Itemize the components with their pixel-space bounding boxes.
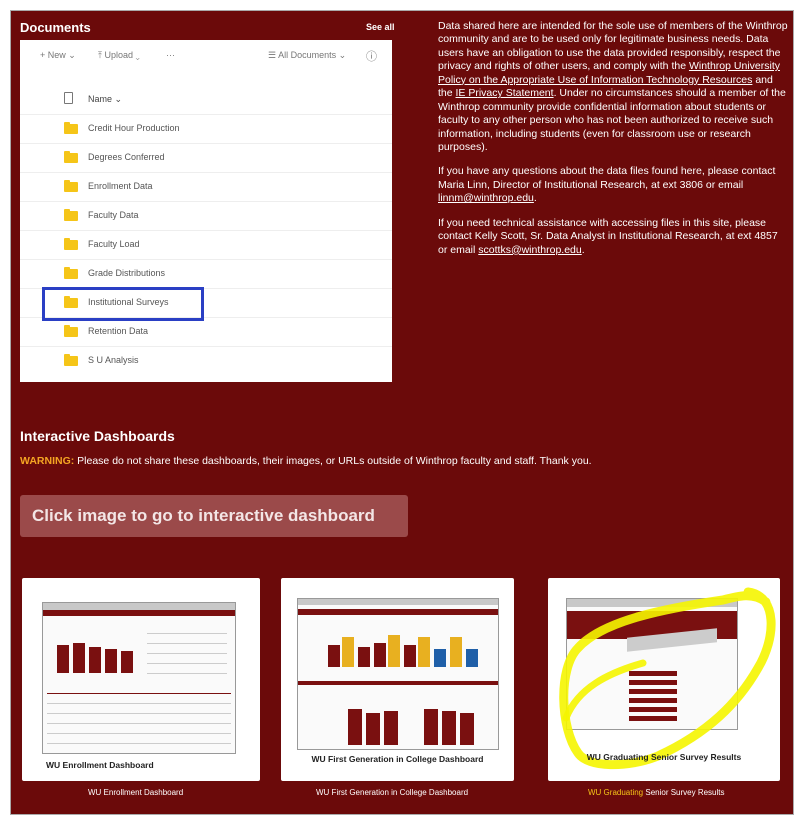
folder-name[interactable]: Faculty Data: [88, 210, 139, 220]
folder-name[interactable]: Credit Hour Production: [88, 123, 180, 133]
folder-row[interactable]: Faculty Load: [20, 230, 392, 259]
folder-name[interactable]: Faculty Load: [88, 239, 140, 249]
upload-button[interactable]: ⤒ Upload ⌄: [98, 50, 140, 61]
folder-row[interactable]: Degrees Conferred: [20, 143, 392, 172]
senior-survey-dashboard-link[interactable]: WU Graduating Senior Survey Results: [588, 788, 725, 797]
senior-survey-dashboard-card[interactable]: WU Graduating Senior Survey Results: [548, 578, 780, 781]
folder-name[interactable]: Grade Distributions: [88, 268, 165, 278]
folder-row[interactable]: Credit Hour Production: [20, 114, 392, 143]
questions-paragraph: If you have any questions about the data…: [438, 165, 788, 205]
folder-icon: [64, 354, 78, 366]
name-column-header[interactable]: Name ⌄: [88, 94, 122, 105]
click-image-banner: Click image to go to interactive dashboa…: [20, 495, 408, 537]
scottks-email-link[interactable]: scottks@winthrop.edu: [478, 244, 581, 256]
documents-toolbar: + New ⌄ ⤒ Upload ⌄ ··· ☰ All Documents ⌄…: [20, 40, 392, 72]
senior-survey-card-caption[interactable]: WU Graduating Senior Survey Results: [548, 752, 780, 762]
senior-survey-link-highlight[interactable]: WU Graduating: [588, 788, 643, 797]
tech-help-text: .: [581, 243, 585, 256]
annotation-highlight-box: [42, 287, 204, 321]
view-selector[interactable]: ☰ All Documents ⌄: [268, 50, 346, 61]
folder-row[interactable]: Faculty Data: [20, 201, 392, 230]
enrollment-card-caption[interactable]: WU Enrollment Dashboard: [46, 760, 284, 770]
data-usage-notice: Data shared here are intended for the so…: [438, 20, 788, 268]
folder-icon: [64, 122, 78, 134]
folder-row[interactable]: Retention Data: [20, 317, 392, 346]
info-icon[interactable]: ⓘ: [366, 48, 377, 64]
more-options-button[interactable]: ···: [166, 50, 175, 60]
folder-row[interactable]: S U Analysis: [20, 346, 392, 375]
new-button[interactable]: + New ⌄: [40, 50, 76, 61]
warning-label: WARNING:: [20, 455, 75, 467]
folder-icon: [64, 151, 78, 163]
tech-help-paragraph: If you need technical assistance with ac…: [438, 217, 788, 257]
folder-icon: [64, 238, 78, 250]
first-gen-dashboard-card[interactable]: WU First Generation in College Dashboard: [281, 578, 514, 781]
enrollment-dashboard-thumbnail[interactable]: [42, 602, 236, 754]
questions-text: If you have any questions about the data…: [438, 165, 776, 191]
first-gen-dashboard-thumbnail[interactable]: [297, 598, 499, 750]
folder-icon: [64, 267, 78, 279]
privacy-statement-link[interactable]: IE Privacy Statement: [456, 87, 554, 99]
dashboards-heading: Interactive Dashboards: [20, 428, 175, 444]
folder-icon: [64, 180, 78, 192]
linnm-email-link[interactable]: linnm@winthrop.edu: [438, 192, 534, 204]
senior-survey-link-rest[interactable]: Senior Survey Results: [643, 788, 724, 797]
documents-library: + New ⌄ ⤒ Upload ⌄ ··· ☰ All Documents ⌄…: [20, 40, 392, 382]
see-all-link[interactable]: See all: [366, 22, 395, 32]
folder-row[interactable]: Enrollment Data: [20, 172, 392, 201]
usage-policy-paragraph: Data shared here are intended for the so…: [438, 20, 788, 154]
folder-name[interactable]: Degrees Conferred: [88, 152, 165, 162]
first-gen-card-caption[interactable]: WU First Generation in College Dashboard: [281, 754, 514, 764]
folder-icon: [64, 325, 78, 337]
folder-name[interactable]: Retention Data: [88, 326, 148, 336]
file-type-icon: [64, 92, 73, 104]
folder-name[interactable]: S U Analysis: [88, 355, 139, 365]
warning-text: Please do not share these dashboards, th…: [74, 455, 592, 467]
enrollment-dashboard-link[interactable]: WU Enrollment Dashboard: [88, 788, 183, 797]
documents-title: Documents: [20, 20, 91, 35]
enrollment-dashboard-card[interactable]: WU Enrollment Dashboard: [22, 578, 260, 781]
questions-text: .: [533, 192, 537, 205]
warning-notice: WARNING: Please do not share these dashb…: [20, 455, 592, 467]
folder-row[interactable]: Grade Distributions: [20, 259, 392, 288]
folder-name[interactable]: Enrollment Data: [88, 181, 153, 191]
first-gen-dashboard-link[interactable]: WU First Generation in College Dashboard: [316, 788, 468, 797]
yellow-highlight-scribble: [559, 587, 776, 770]
folder-icon: [64, 209, 78, 221]
